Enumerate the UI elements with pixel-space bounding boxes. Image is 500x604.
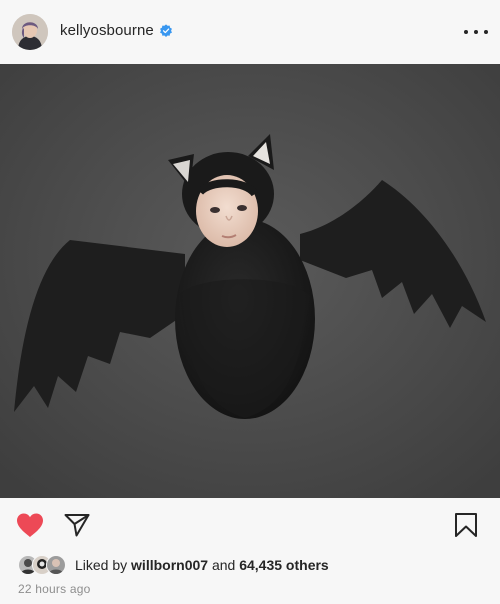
- likes-prefix: Liked by: [75, 557, 128, 573]
- paper-plane-icon[interactable]: [64, 513, 90, 537]
- first-liker-username[interactable]: willborn007: [131, 557, 208, 573]
- heart-filled-icon[interactable]: [16, 512, 44, 538]
- others-count[interactable]: 64,435 others: [239, 557, 329, 573]
- more-options-icon[interactable]: [464, 22, 488, 42]
- liker-avatars[interactable]: [18, 555, 70, 575]
- likes-conjunction: and: [211, 557, 236, 573]
- bookmark-icon[interactable]: [454, 512, 478, 538]
- post-timestamp: 22 hours ago: [18, 582, 91, 596]
- avatar-image: [12, 14, 48, 50]
- liker-avatar: [46, 555, 66, 575]
- post-header: kellyosbourne: [0, 0, 500, 64]
- post-photo[interactable]: [0, 64, 500, 498]
- likes-text[interactable]: Liked by willborn007 and 64,435 others: [75, 557, 329, 573]
- post-actions-bar: [0, 498, 500, 552]
- verified-badge-icon: [160, 24, 172, 37]
- profile-avatar[interactable]: [12, 14, 48, 50]
- post-username[interactable]: kellyosbourne: [60, 22, 154, 39]
- likes-row: Liked by willborn007 and 64,435 others: [18, 555, 329, 575]
- baby-bat-costume-image: [0, 64, 500, 498]
